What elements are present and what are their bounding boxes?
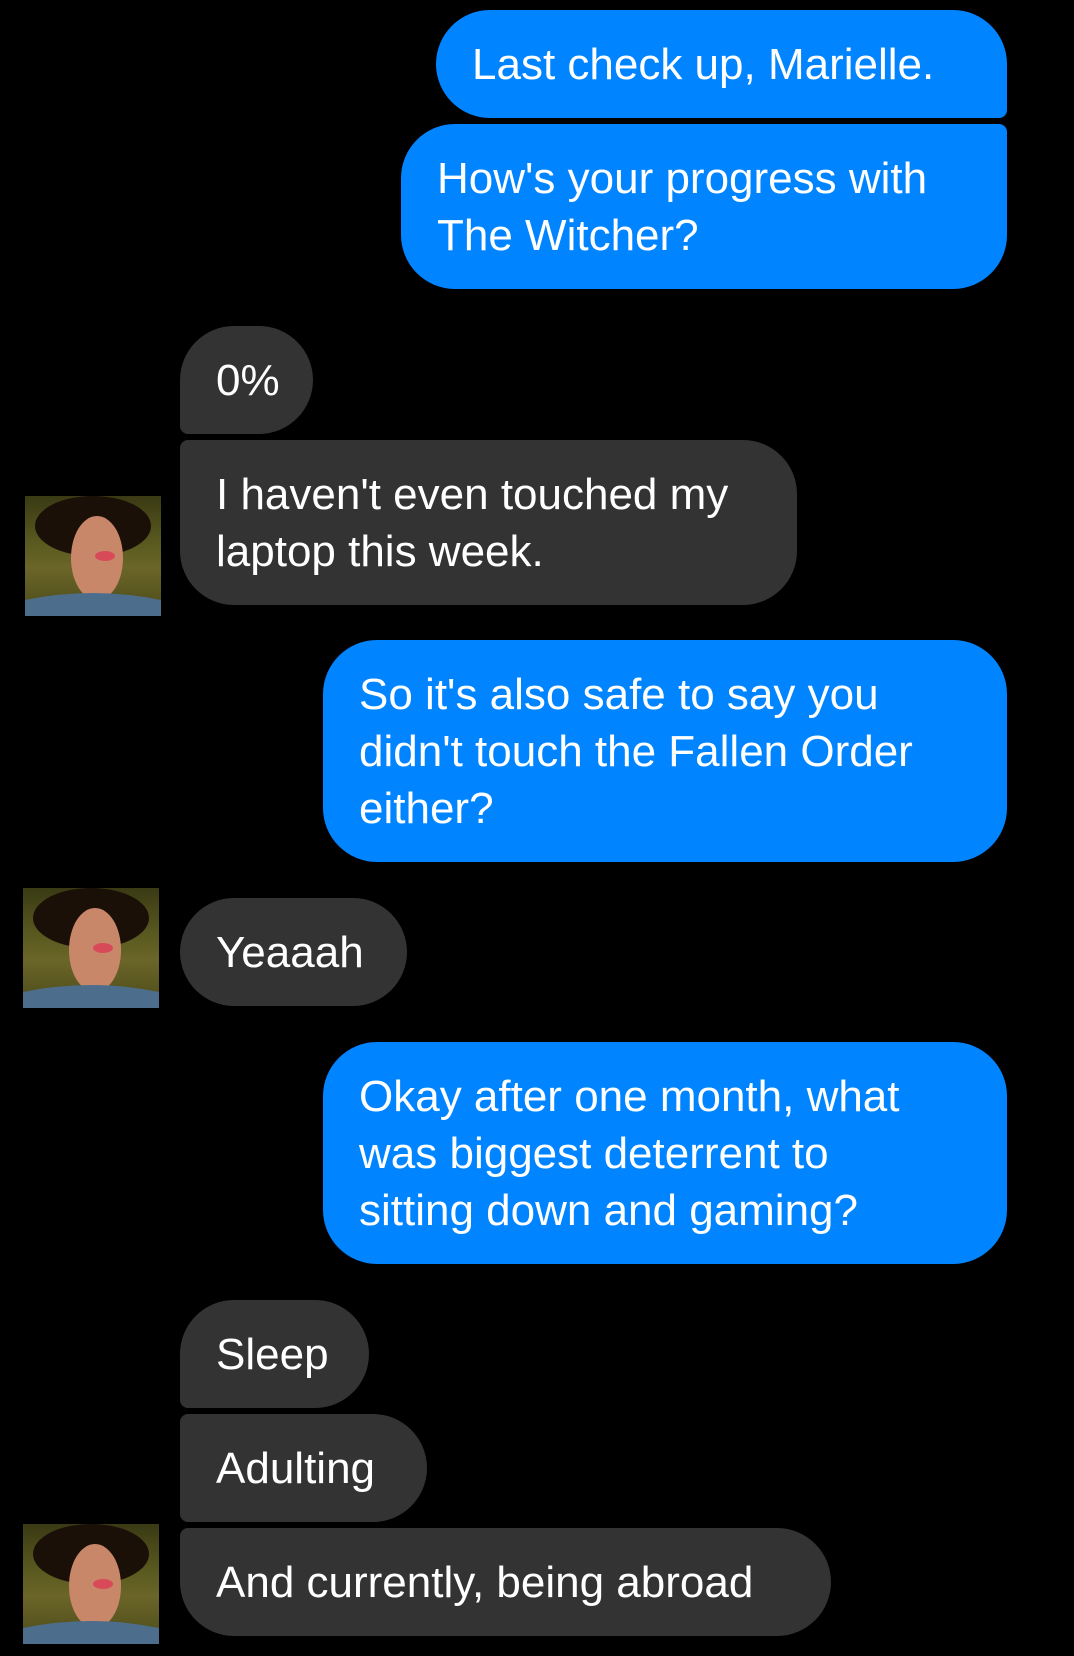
message-text: Okay after one month, what was biggest d… bbox=[359, 1071, 900, 1235]
avatar-photo bbox=[23, 888, 159, 1008]
message-text: 0% bbox=[216, 355, 280, 405]
message-text: And currently, being abroad bbox=[216, 1557, 754, 1607]
sent-message-bubble[interactable]: Last check up, Marielle. bbox=[436, 10, 1007, 118]
contact-avatar[interactable] bbox=[23, 1524, 159, 1644]
received-message-bubble[interactable]: I haven't even touched my laptop this we… bbox=[180, 440, 797, 605]
received-message-bubble[interactable]: Sleep bbox=[180, 1300, 369, 1408]
message-text: Yeaaah bbox=[216, 927, 364, 977]
received-message-bubble[interactable]: 0% bbox=[180, 326, 313, 434]
message-text: How's your progress with The Witcher? bbox=[437, 153, 928, 260]
contact-avatar[interactable] bbox=[23, 888, 159, 1008]
message-text: Last check up, Marielle. bbox=[472, 39, 935, 89]
sent-message-bubble[interactable]: How's your progress with The Witcher? bbox=[401, 124, 1007, 289]
sent-message-bubble[interactable]: Okay after one month, what was biggest d… bbox=[323, 1042, 1007, 1264]
message-text: I haven't even touched my laptop this we… bbox=[216, 469, 729, 576]
avatar-photo bbox=[23, 1524, 159, 1644]
message-text: Adulting bbox=[216, 1443, 376, 1493]
message-text: So it's also safe to say you didn't touc… bbox=[359, 669, 913, 833]
contact-avatar[interactable] bbox=[25, 496, 161, 616]
received-message-bubble[interactable]: Adulting bbox=[180, 1414, 427, 1522]
avatar-photo bbox=[25, 496, 161, 616]
received-message-bubble[interactable]: And currently, being abroad bbox=[180, 1528, 831, 1636]
message-text: Sleep bbox=[216, 1329, 329, 1379]
received-message-bubble[interactable]: Yeaaah bbox=[180, 898, 407, 1006]
sent-message-bubble[interactable]: So it's also safe to say you didn't touc… bbox=[323, 640, 1007, 862]
